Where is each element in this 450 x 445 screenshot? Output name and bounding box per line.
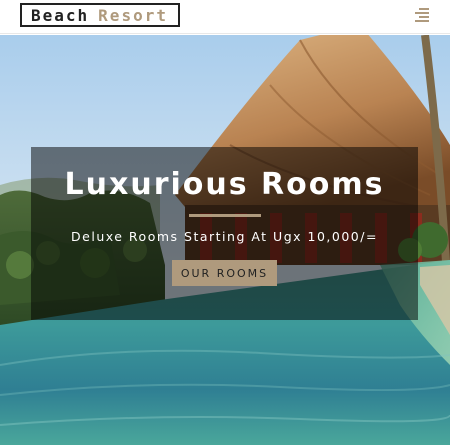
- logo-word-resort: Resort: [98, 5, 168, 25]
- site-logo[interactable]: Beach Resort: [20, 3, 180, 27]
- navbar: Beach Resort: [0, 0, 450, 34]
- logo-word-beach: Beach: [31, 5, 90, 25]
- our-rooms-button[interactable]: OUR ROOMS: [172, 260, 277, 286]
- banner-subtitle: Deluxe Rooms Starting At Ugx 10,000/=: [71, 229, 378, 244]
- hero-section: Luxurious Rooms Deluxe Rooms Starting At…: [0, 35, 450, 445]
- banner-divider: [188, 214, 261, 217]
- hero-banner: Luxurious Rooms Deluxe Rooms Starting At…: [31, 147, 418, 320]
- banner-title: Luxurious Rooms: [64, 167, 385, 202]
- hamburger-icon[interactable]: [413, 6, 429, 22]
